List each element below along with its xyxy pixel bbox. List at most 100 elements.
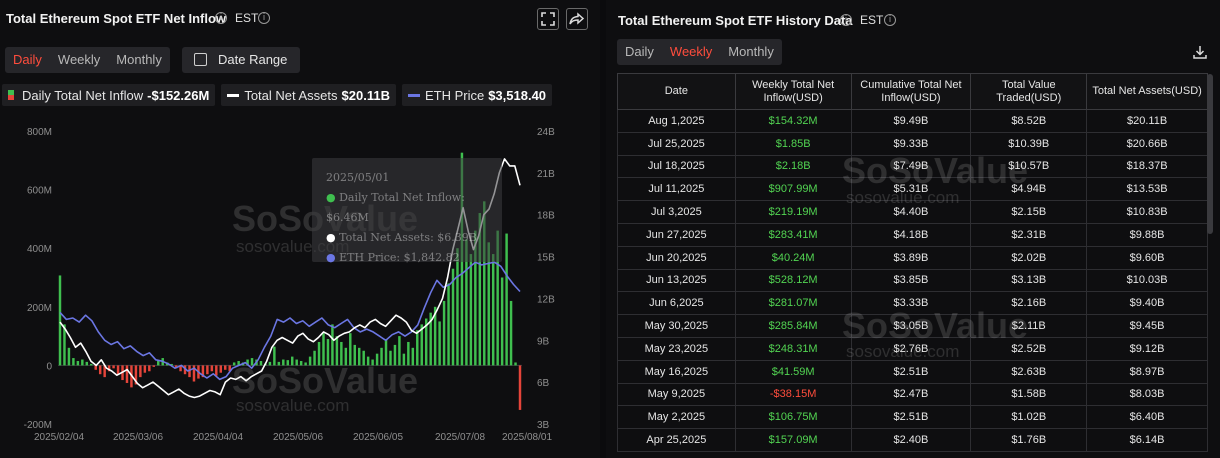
inflow-bar — [451, 268, 455, 366]
timezone-label: EST — [235, 11, 259, 25]
column-header-cumulative-inflow[interactable]: Cumulative Total Net Inflow(USD) — [850, 73, 972, 110]
inflow-bar — [416, 330, 419, 366]
column-header-value-traded[interactable]: Total Value Traded(USD) — [970, 73, 1088, 110]
cell-cumulative-inflow: $5.31B — [850, 177, 972, 202]
cell-weekly-inflow: $40.24M — [734, 245, 852, 270]
cell-cumulative-inflow: $2.40B — [850, 428, 972, 452]
legend-assets-value: $20.11B — [341, 87, 390, 103]
inflow-bar — [224, 365, 227, 370]
x-axis-tick: 2025/06/05 — [353, 432, 403, 443]
left-axis-tick: 800M — [27, 127, 52, 138]
history-data-panel: Total Ethereum Spot ETF History Data i E… — [606, 0, 1220, 458]
panel-title: Total Ethereum Spot ETF Net Inflow — [6, 11, 227, 26]
left-axis-tick: 600M — [27, 186, 52, 197]
table-row[interactable]: Jun 6,2025 $281.07M $3.33B $2.16B $9.40B — [617, 291, 1208, 316]
cell-date: May 9,2025 — [617, 382, 736, 407]
inflow-bar — [152, 365, 156, 367]
table-row[interactable]: Jun 13,2025 $528.12M $3.85B $3.13B $10.03B — [617, 268, 1208, 293]
column-header-weekly-inflow[interactable]: Weekly Total Net Inflow(USD) — [734, 73, 852, 110]
table-row[interactable]: Jun 20,2025 $40.24M $3.89B $2.02B $9.60B — [617, 245, 1208, 270]
inflow-bar — [250, 358, 254, 366]
inflow-chart[interactable]: 800M 600M 400M 200M 0 -200M 24B 21B 18B 15B 12B 9B 6… — [0, 118, 600, 448]
table-row[interactable]: Jul 11,2025 $907.99M $5.31B $4.94B $13.53B — [617, 177, 1208, 202]
table-row[interactable]: May 9,2025 -$38.15M $2.47B $1.58B $8.03B — [617, 382, 1208, 407]
table-row[interactable]: Apr 25,2025 $157.09M $2.40B $1.76B $6.14B — [617, 428, 1208, 452]
inflow-bar — [299, 361, 303, 366]
x-axis-tick: 2025/03/06 — [113, 432, 163, 443]
table-row[interactable]: Jul 25,2025 $1.85B $9.33B $10.39B $20.66B — [617, 131, 1208, 156]
inflow-bar — [331, 324, 334, 366]
table-row[interactable]: Jul 18,2025 $2.18B $7.49B $10.57B $18.37B — [617, 154, 1208, 179]
panel-title: Total Ethereum Spot ETF History Data — [618, 13, 853, 28]
cell-weekly-inflow: $154.32M — [734, 109, 852, 133]
cell-net-assets: $9.60B — [1086, 245, 1208, 270]
date-range-button[interactable]: Date Range — [182, 47, 300, 73]
tab-weekly[interactable]: Weekly — [662, 39, 720, 65]
table-row[interactable]: Jun 27,2025 $283.41M $4.18B $2.31B $9.88B — [617, 222, 1208, 247]
cell-weekly-inflow: $907.99M — [734, 177, 852, 202]
cell-weekly-inflow: $283.41M — [734, 222, 852, 247]
cell-date: Jul 25,2025 — [617, 131, 736, 156]
cell-date: May 2,2025 — [617, 405, 736, 430]
timezone-info-icon[interactable]: i — [258, 12, 270, 24]
info-icon[interactable]: i — [840, 14, 852, 26]
table-row[interactable]: Aug 1,2025 $154.32M $9.49B $8.52B $20.11B — [617, 109, 1208, 133]
cell-date: Jun 20,2025 — [617, 245, 736, 270]
table-row[interactable]: May 2,2025 $106.75M $2.51B $1.02B $6.40B — [617, 405, 1208, 430]
table-row[interactable]: Jul 3,2025 $219.19M $4.40B $2.15B $10.83B — [617, 200, 1208, 224]
cell-value-traded: $10.57B — [970, 154, 1088, 179]
table-row[interactable]: May 30,2025 $285.84M $3.05B $2.11B $9.45B — [617, 314, 1208, 338]
inflow-bar — [295, 359, 298, 366]
inflow-bar — [366, 356, 370, 366]
download-icon[interactable] — [1192, 44, 1208, 60]
inflow-bar — [514, 362, 517, 366]
cell-value-traded: $2.02B — [970, 245, 1088, 270]
x-axis-tick: 2025/02/04 — [34, 432, 84, 443]
cell-net-assets: $9.40B — [1086, 291, 1208, 316]
inflow-bar — [335, 336, 339, 366]
cell-value-traded: $1.02B — [970, 405, 1088, 430]
table-scrollbar[interactable] — [1207, 74, 1213, 234]
cell-cumulative-inflow: $3.89B — [850, 245, 972, 270]
cell-weekly-inflow: $106.75M — [734, 405, 852, 430]
timezone-info-icon[interactable]: i — [884, 14, 896, 26]
legend-price[interactable]: ETH Price $3,518.40 — [401, 84, 553, 106]
tab-monthly[interactable]: Monthly — [108, 47, 170, 73]
inflow-bar — [344, 347, 348, 366]
tab-daily[interactable]: Daily — [5, 47, 50, 73]
cell-cumulative-inflow: $4.18B — [850, 222, 972, 247]
legend-assets[interactable]: Total Net Assets $20.11B — [221, 84, 396, 106]
cell-net-assets: $20.11B — [1086, 109, 1208, 133]
legend-price-swatch — [407, 93, 420, 97]
inflow-bar — [58, 275, 62, 366]
cell-cumulative-inflow: $7.49B — [850, 154, 972, 179]
inflow-bar — [76, 361, 80, 366]
tooltip-assets: ● Total Net Assets: $6.39B — [326, 231, 477, 244]
right-axis-tick: 18B — [537, 211, 555, 222]
info-icon[interactable]: i — [215, 12, 227, 24]
cell-net-assets: $18.37B — [1086, 154, 1208, 179]
share-icon[interactable] — [566, 8, 588, 30]
fullscreen-icon[interactable] — [537, 8, 559, 30]
inflow-bar — [116, 365, 120, 375]
right-axis-tick: 21B — [537, 169, 555, 180]
inflow-bar — [349, 333, 352, 366]
legend-inflow-label: Daily Total Net Inflow — [22, 87, 144, 103]
tab-weekly[interactable]: Weekly — [50, 47, 108, 73]
column-header-date[interactable]: Date — [617, 73, 736, 110]
tooltip-date: 2025/05/01 — [326, 171, 390, 184]
tab-daily[interactable]: Daily — [617, 39, 662, 65]
cell-date: Apr 25,2025 — [617, 428, 736, 452]
column-header-net-assets[interactable]: Total Net Assets(USD) — [1086, 73, 1208, 110]
cell-date: May 23,2025 — [617, 336, 736, 361]
cell-value-traded: $1.58B — [970, 382, 1088, 407]
table-row[interactable]: May 23,2025 $248.31M $2.76B $2.52B $9.12B — [617, 336, 1208, 361]
table-row[interactable]: May 16,2025 $41.59M $2.51B $2.63B $8.97B — [617, 359, 1208, 384]
legend-price-label: ETH Price — [424, 87, 485, 103]
table-header-row: Date Weekly Total Net Inflow(USD) Cumula… — [617, 73, 1208, 110]
legend-inflow[interactable]: Daily Total Net Inflow -$152.26M — [2, 84, 216, 106]
inflow-bar — [447, 283, 450, 366]
net-inflow-panel: Total Ethereum Spot ETF Net Inflow i EST… — [0, 0, 600, 458]
cell-net-assets: $10.83B — [1086, 200, 1208, 224]
tab-monthly[interactable]: Monthly — [720, 39, 782, 65]
